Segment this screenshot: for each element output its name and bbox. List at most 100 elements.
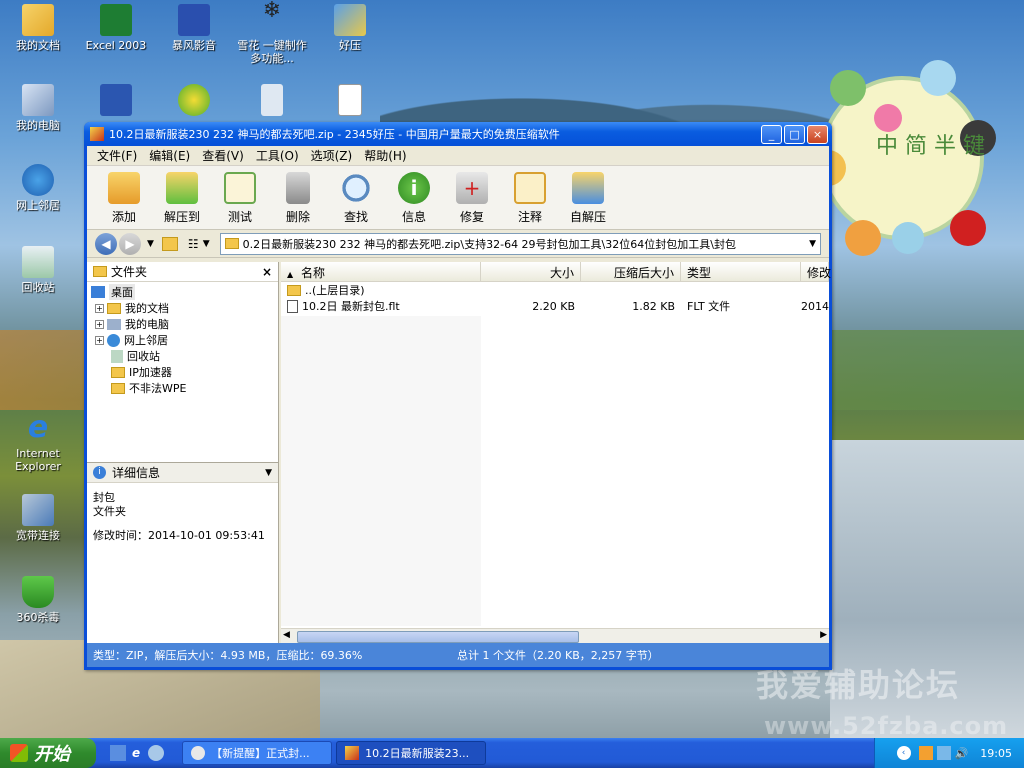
column-name[interactable]: ▲ 名称 (281, 262, 481, 281)
desktop-icon-network[interactable]: 网上邻居 (0, 164, 76, 212)
maximize-button[interactable]: □ (784, 124, 805, 144)
window-titlebar[interactable]: 10.2日最新服装230 232 神马的都去死吧.zip - 2345好压 - … (84, 122, 832, 146)
desktop-icon-broadband[interactable]: 宽带连接 (0, 494, 76, 542)
desktop-icon-video-player[interactable]: 暴风影音 (156, 4, 232, 52)
menu-file[interactable]: 文件(F) (91, 147, 143, 164)
forward-button[interactable]: ▶ (119, 232, 141, 255)
desktop-icon-word[interactable] (78, 84, 154, 119)
menu-help[interactable]: 帮助(H) (358, 147, 412, 164)
delete-icon (286, 172, 310, 204)
cell-type: FLT 文件 (687, 300, 731, 313)
scroll-left-icon[interactable]: ◀ (283, 630, 290, 640)
desktop-icon-haozip[interactable]: 好压 (312, 4, 388, 52)
desktop-icon-excel[interactable]: Excel 2003 (78, 4, 154, 52)
info-button[interactable]: i 信息 (385, 166, 443, 229)
menu-options[interactable]: 选项(Z) (305, 147, 359, 164)
back-button[interactable]: ◀ (95, 232, 117, 255)
close-pane-icon[interactable]: × (262, 265, 278, 279)
minimize-button[interactable]: _ (761, 124, 782, 144)
table-row[interactable]: 10.2日 最新封包.flt 2.20 KB 1.82 KB FLT 文件 20… (281, 298, 829, 314)
folder-icon (93, 266, 107, 277)
word-icon (100, 84, 132, 116)
desktop-icon-green-plus[interactable] (156, 84, 232, 119)
tree-item-my-documents[interactable]: + 我的文档 (91, 300, 274, 316)
expand-icon[interactable]: + (95, 335, 104, 345)
find-button[interactable]: 查找 (327, 166, 385, 229)
folder-pane-header: 文件夹 × (87, 262, 278, 282)
menu-view[interactable]: 查看(V) (196, 147, 250, 164)
scroll-right-icon[interactable]: ▶ (820, 630, 827, 640)
tree-item-wpe[interactable]: 不非法WPE (91, 380, 274, 396)
tree-item-my-computer[interactable]: + 我的电脑 (91, 316, 274, 332)
up-folder-icon[interactable] (161, 236, 178, 251)
scroll-thumb[interactable] (297, 631, 579, 643)
detail-pane: i 详细信息 ▼ 封包 文件夹 修改时间：2014-10-01 09:53:41 (87, 462, 278, 644)
snowflake-tool-icon: ❄ (262, 0, 282, 23)
expand-icon[interactable]: + (95, 303, 104, 313)
clock[interactable]: 19:05 (980, 747, 1012, 760)
start-button[interactable]: 开始 (0, 738, 96, 768)
tray-network-icon[interactable] (936, 746, 951, 760)
comment-button[interactable]: 注释 (501, 166, 559, 229)
test-icon (224, 172, 256, 204)
recycle-bin-icon (111, 349, 123, 363)
sfx-button[interactable]: 自解压 (559, 166, 617, 229)
tray-app-icon[interactable] (918, 746, 933, 760)
task-haozip[interactable]: 10.2日最新服装23... (336, 741, 487, 765)
extract-to-button[interactable]: 解压到 (153, 166, 211, 229)
phone-icon (261, 84, 283, 116)
horizontal-scrollbar[interactable]: ◀ ▶ (281, 628, 829, 644)
status-file-total: 总计 1 个文件（2.20 KB，2,257 字节） (457, 649, 659, 662)
tray-collapse-icon[interactable]: ‹ (896, 746, 911, 760)
desktop-icon-antivirus[interactable]: 360杀毒 (0, 576, 76, 624)
find-icon (340, 172, 372, 204)
desktop-icon-ie[interactable]: e Internet Explorer (0, 410, 76, 474)
column-modified[interactable]: 修改 (801, 262, 831, 281)
column-size[interactable]: 大小 (481, 262, 581, 281)
network-icon (107, 333, 120, 347)
quicklaunch-media-icon[interactable] (148, 745, 165, 761)
tree-item-desktop[interactable]: 桌面 (91, 284, 274, 300)
address-bar: ◀ ▶ ▼ ☷ ▼ 0.2日最新服装230 232 神马的都去死吧.zip\支持… (87, 230, 829, 258)
delete-button[interactable]: 删除 (269, 166, 327, 229)
file-icon (287, 299, 298, 313)
path-dropdown-icon[interactable]: ▼ (805, 239, 820, 249)
tree-item-ip-accelerator[interactable]: IP加速器 (91, 364, 274, 380)
path-field[interactable]: 0.2日最新服装230 232 神马的都去死吧.zip\支持32-64 29号封… (219, 232, 821, 255)
desktop-icon-my-computer[interactable]: 我的电脑 (0, 84, 76, 132)
ie-icon: e (27, 410, 49, 445)
quicklaunch-desktop-icon[interactable] (110, 745, 126, 761)
view-mode-dropdown-icon[interactable]: ▼ (203, 239, 210, 249)
task-browser[interactable]: 【新提醒】正式封... (182, 741, 333, 765)
document-icon (338, 84, 362, 116)
close-button[interactable]: × (807, 124, 828, 144)
column-type[interactable]: 类型 (681, 262, 801, 281)
repair-button[interactable]: + 修复 (443, 166, 501, 229)
folder-pane: 文件夹 × 桌面 + 我的文档 + 我的电脑 + 网上邻居 回收站 IP加速器 … (87, 262, 279, 644)
repair-icon: + (456, 172, 488, 204)
desktop-icon-phone[interactable] (234, 84, 310, 119)
extract-to-icon (166, 172, 198, 204)
detail-pane-header[interactable]: i 详细信息 ▼ (87, 463, 278, 483)
add-button[interactable]: 添加 (95, 166, 153, 229)
tree-item-recycle-bin[interactable]: 回收站 (91, 348, 274, 364)
desktop-icon-snowflake[interactable]: ❄ 雪花 一键制作多功能... (234, 0, 310, 65)
folder-icon (107, 302, 121, 314)
view-mode-icon[interactable]: ☷ (188, 237, 199, 251)
desktop-icon-document[interactable] (312, 84, 388, 119)
tray-volume-icon[interactable]: 🔊 (955, 747, 969, 760)
table-row[interactable]: ..(上层目录) (281, 282, 829, 298)
expand-icon[interactable]: + (95, 319, 104, 329)
column-packed[interactable]: 压缩后大小 (581, 262, 681, 281)
tree-item-network[interactable]: + 网上邻居 (91, 332, 274, 348)
menu-tools[interactable]: 工具(O) (250, 147, 305, 164)
collapse-icon[interactable]: ▼ (265, 468, 278, 478)
quicklaunch-ie-icon[interactable]: e (132, 746, 140, 760)
menu-edit[interactable]: 编辑(E) (143, 147, 196, 164)
computer-icon (107, 318, 121, 330)
history-dropdown-icon[interactable]: ▼ (147, 239, 154, 249)
folder-tree: 桌面 + 我的文档 + 我的电脑 + 网上邻居 回收站 IP加速器 不非法WPE (87, 282, 278, 398)
desktop-icon-recycle-bin[interactable]: 回收站 (0, 246, 76, 294)
desktop-icon-my-documents[interactable]: 我的文档 (0, 4, 76, 52)
test-button[interactable]: 测试 (211, 166, 269, 229)
